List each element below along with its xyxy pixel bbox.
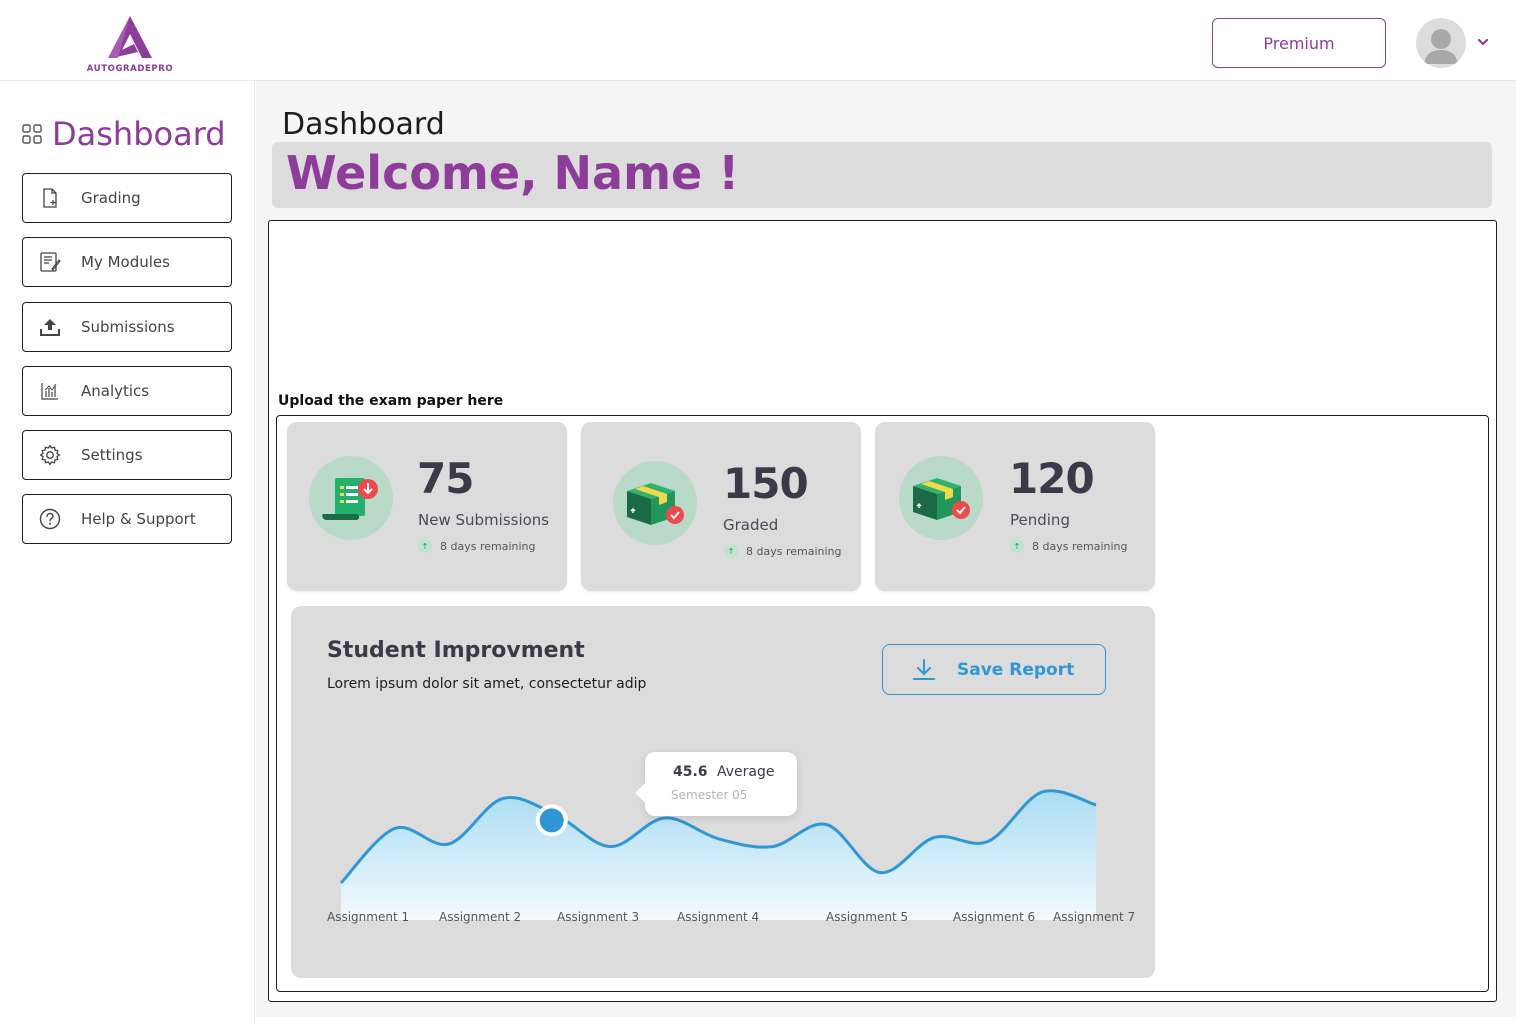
stat-sub-text: 8 days remaining	[1032, 539, 1128, 553]
document-add-icon	[39, 187, 61, 209]
save-report-label: Save Report	[957, 659, 1075, 680]
welcome-banner: Welcome, Name !	[272, 142, 1492, 208]
sidebar-item-label: Submissions	[81, 318, 175, 336]
sidebar-title[interactable]: Dashboard	[22, 115, 226, 153]
stat-sub: ↑ 8 days remaining	[418, 539, 536, 553]
sidebar-item-label: My Modules	[81, 253, 170, 271]
sidebar-item-settings[interactable]: Settings	[22, 430, 232, 480]
upload-dropzone[interactable]: 75 New Submissions ↑ 8 days remaining 15…	[276, 415, 1489, 992]
upload-icon	[39, 316, 61, 338]
premium-button[interactable]: Premium	[1212, 18, 1386, 68]
chart-tooltip: 45.6 Average Semester 05	[645, 752, 797, 816]
tooltip-value: 45.6	[673, 764, 708, 780]
x-tick-label: Assignment 6	[953, 910, 1036, 924]
chart-subtitle: Lorem ipsum dolor sit amet, consectetur …	[327, 676, 647, 692]
user-avatar-icon[interactable]	[1416, 18, 1466, 68]
logo[interactable]: AUTOGRADEPRO	[82, 14, 178, 74]
x-tick-label: Assignment 1	[327, 910, 410, 924]
x-tick-label: Assignment 3	[557, 910, 640, 924]
grid-icon	[22, 124, 42, 144]
download-icon	[913, 658, 935, 680]
sidebar-item-analytics[interactable]: Analytics	[22, 366, 232, 416]
stat-sub-text: 8 days remaining	[440, 539, 536, 553]
arrow-up-icon: ↑	[418, 539, 432, 553]
sidebar-item-submissions[interactable]: Submissions	[22, 302, 232, 352]
gear-icon	[39, 444, 61, 466]
sidebar-item-my-modules[interactable]: My Modules	[22, 237, 232, 287]
arrow-up-icon: ↑	[724, 544, 738, 558]
top-bar: AUTOGRADEPRO Premium	[0, 0, 1516, 81]
stat-card-graded[interactable]: 150 Graded ↑ 8 days remaining	[581, 422, 861, 591]
stat-label: New Submissions	[418, 511, 550, 529]
sidebar: Dashboard Grading My Modules Submissions…	[0, 81, 255, 1024]
sidebar-item-grading[interactable]: Grading	[22, 173, 232, 223]
stat-value: 120	[1009, 454, 1095, 503]
arrow-up-icon: ↑	[1010, 539, 1024, 553]
page-title: Dashboard	[282, 107, 445, 142]
welcome-text: Welcome, Name !	[286, 146, 740, 200]
sidebar-title-label: Dashboard	[52, 115, 226, 153]
upload-label: Upload the exam paper here	[278, 393, 504, 409]
x-tick-label: Assignment 7	[1053, 910, 1136, 924]
chart-title: Student Improvment	[327, 638, 585, 663]
stat-sub: ↑ 8 days remaining	[1010, 539, 1128, 553]
package-check-icon	[613, 461, 697, 545]
logo-text: AUTOGRADEPRO	[86, 64, 174, 74]
tooltip-sub: Semester 05	[671, 788, 748, 802]
sidebar-item-label: Analytics	[81, 382, 150, 400]
stat-card-new-submissions[interactable]: 75 New Submissions ↑ 8 days remaining	[287, 422, 567, 591]
sidebar-item-help-support[interactable]: Help & Support	[22, 494, 232, 544]
highlight-point[interactable]	[539, 808, 564, 833]
stat-value: 75	[417, 454, 474, 503]
logo-mark-icon	[108, 16, 152, 58]
stat-sub-text: 8 days remaining	[746, 544, 842, 558]
sidebar-item-label: Settings	[81, 446, 143, 464]
x-tick-label: Assignment 4	[677, 910, 760, 924]
receipt-download-icon	[309, 456, 393, 540]
stat-label: Graded	[723, 516, 779, 534]
tooltip-label: Average	[717, 764, 775, 780]
save-report-button[interactable]: Save Report	[882, 644, 1106, 695]
upload-panel[interactable]: Upload the exam paper here 75 New Submis…	[268, 220, 1497, 1002]
package-check-icon	[899, 456, 983, 540]
stat-label: Pending	[1010, 511, 1070, 529]
main-content: Dashboard Welcome, Name ! Upload the exa…	[256, 81, 1516, 1017]
chevron-down-icon[interactable]	[1475, 34, 1491, 50]
student-improvement-card: Student Improvment Lorem ipsum dolor sit…	[291, 606, 1155, 978]
help-circle-icon	[39, 508, 61, 530]
stat-card-pending[interactable]: 120 Pending ↑ 8 days remaining	[875, 422, 1155, 591]
stat-sub: ↑ 8 days remaining	[724, 544, 842, 558]
sidebar-item-label: Grading	[81, 189, 141, 207]
x-tick-label: Assignment 5	[826, 910, 909, 924]
x-tick-label: Assignment 2	[439, 910, 522, 924]
stat-value: 150	[723, 459, 809, 508]
sidebar-item-label: Help & Support	[81, 510, 196, 528]
analytics-chart-icon	[39, 380, 61, 402]
module-notes-icon	[39, 251, 61, 273]
